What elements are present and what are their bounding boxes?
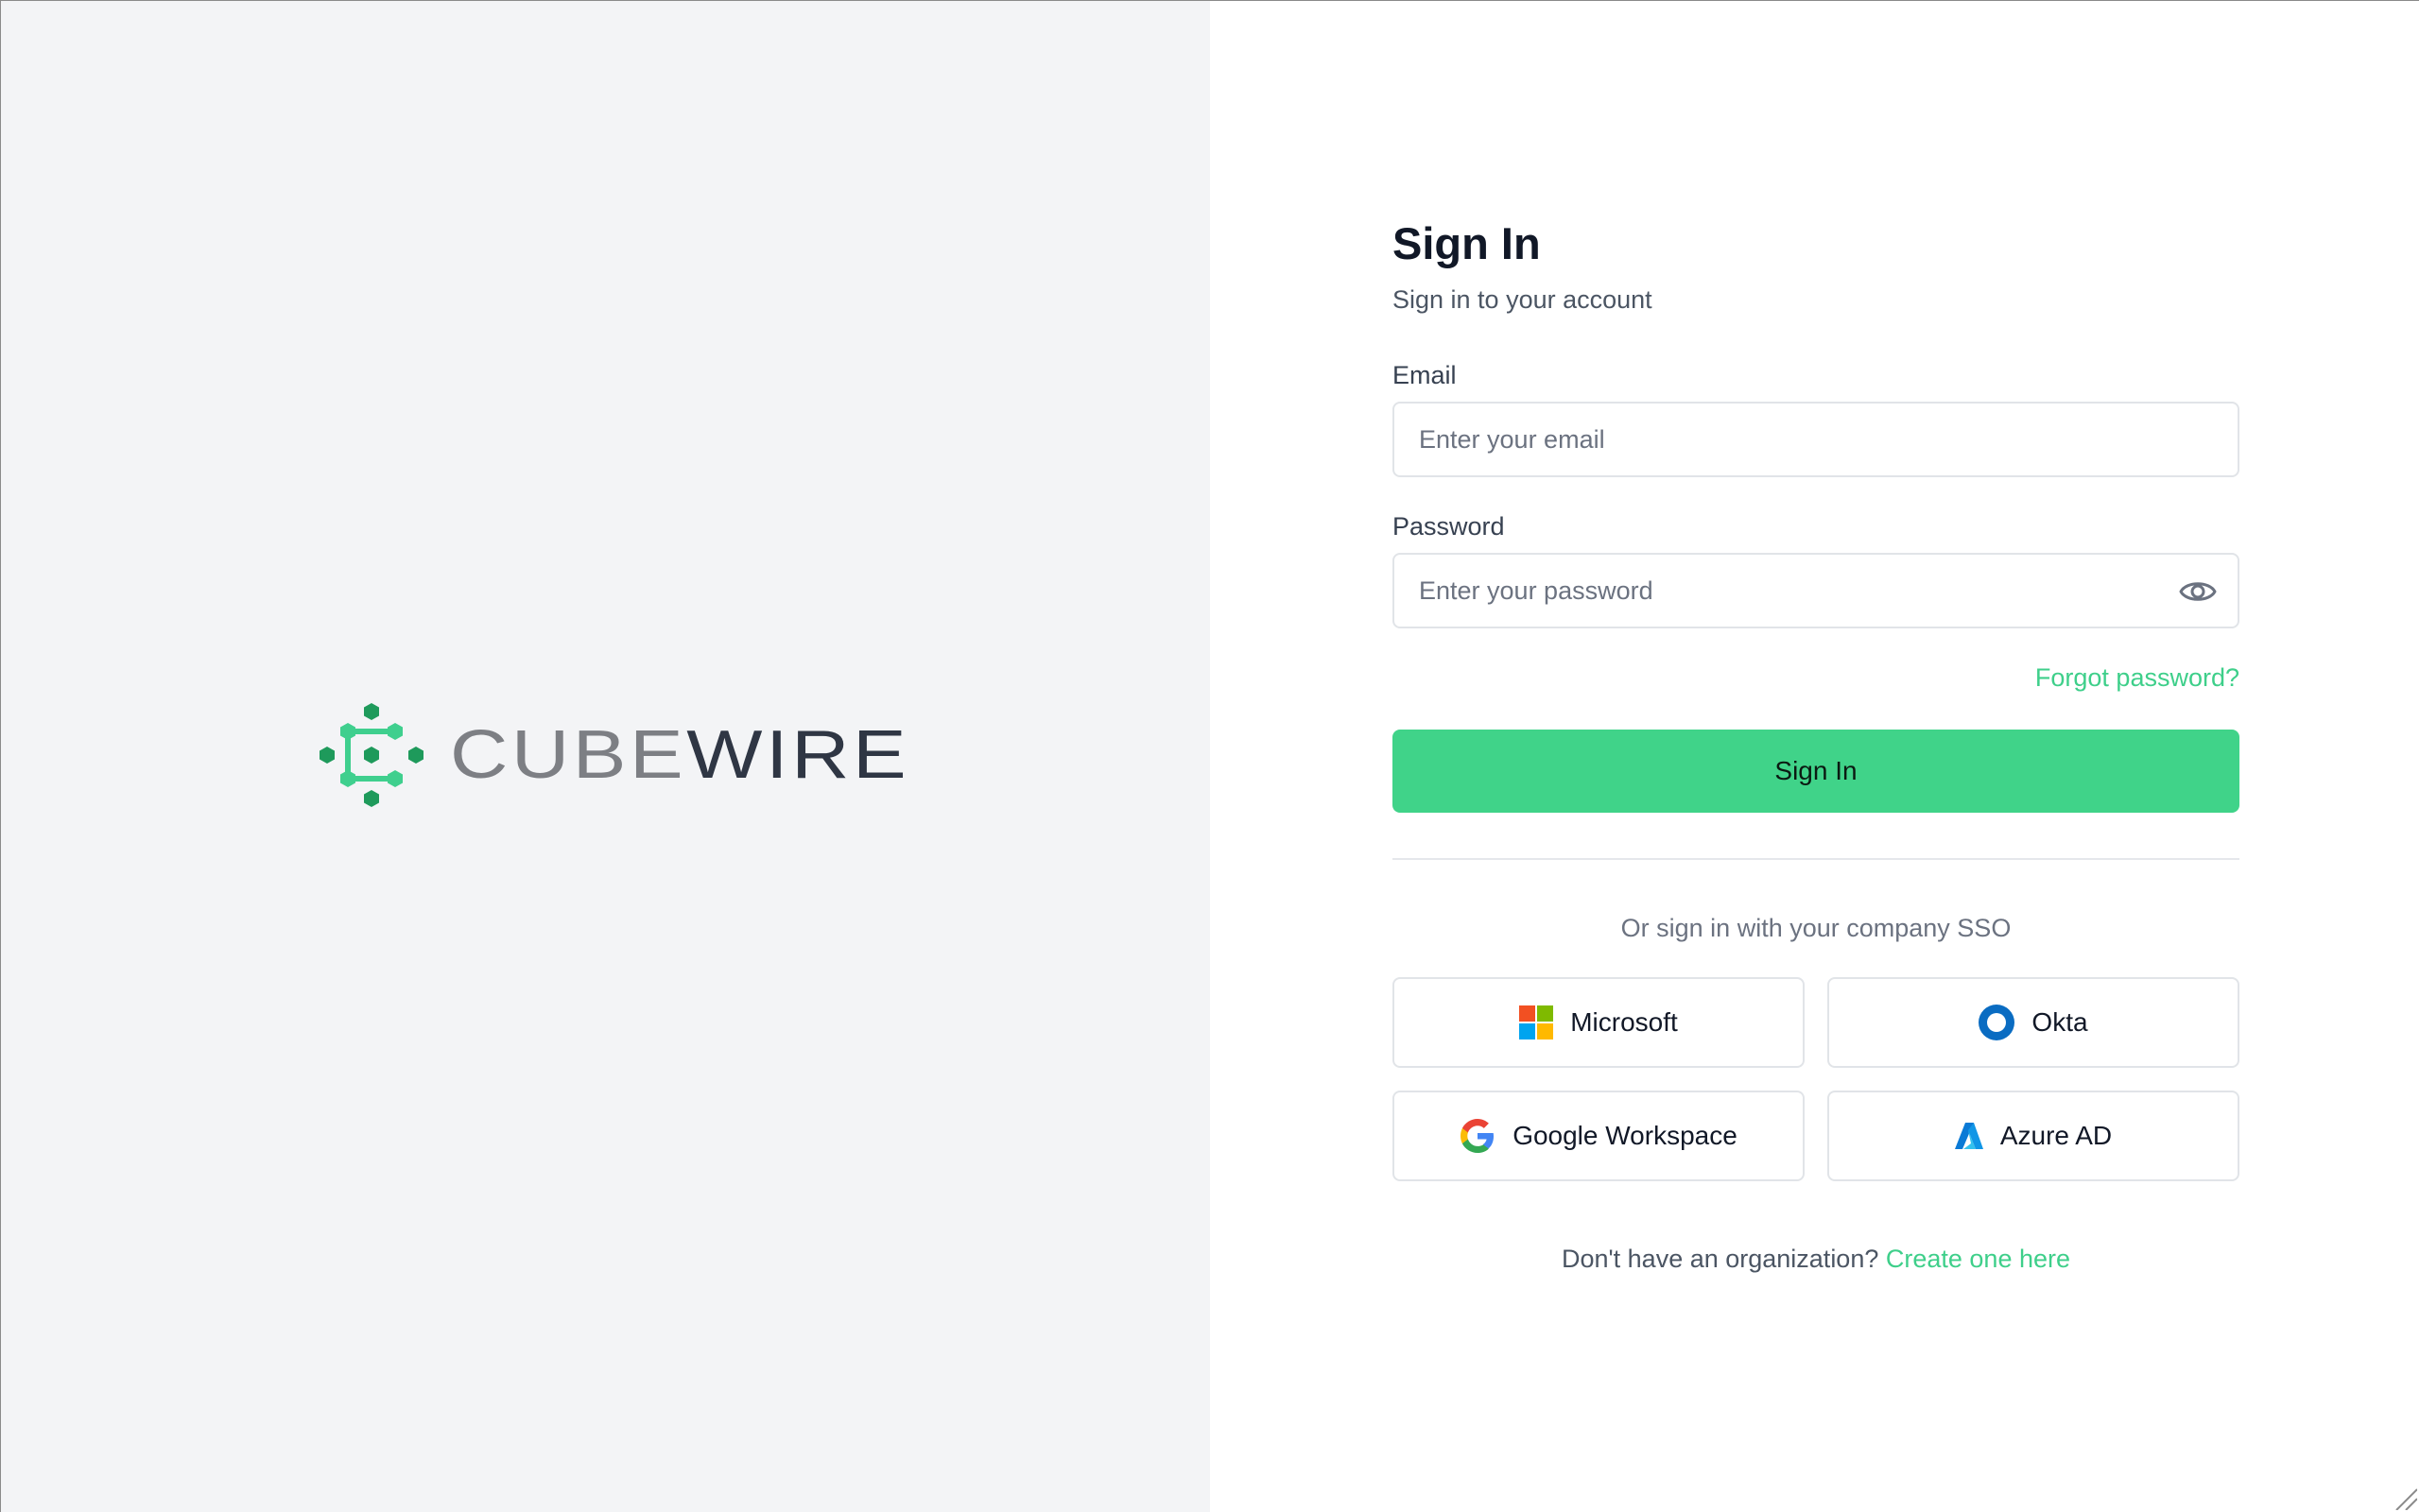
- sso-google-button[interactable]: Google Workspace: [1392, 1091, 1805, 1181]
- azure-icon: [1954, 1123, 1983, 1149]
- page-subtitle: Sign in to your account: [1392, 285, 1652, 314]
- app-window: CUBEWIRE Sign In Sign in to your account…: [0, 0, 2419, 1512]
- microsoft-icon: [1519, 1005, 1554, 1040]
- brand-wordmark-part1: CUBE: [450, 717, 687, 793]
- sso-okta-button[interactable]: Okta: [1827, 977, 2239, 1068]
- eye-icon[interactable]: [2179, 576, 2217, 608]
- signup-prompt: Don't have an organization? Create one h…: [1392, 1242, 2239, 1276]
- sign-in-button[interactable]: Sign In: [1392, 730, 2239, 813]
- cubewire-logo-icon: [320, 703, 424, 807]
- brand-wordmark: CUBEWIRE: [450, 721, 909, 789]
- signin-form: Sign In Sign in to your account Email Pa…: [1392, 215, 2239, 1276]
- resize-grip-icon[interactable]: [2393, 1486, 2417, 1510]
- divider: [1392, 858, 2239, 860]
- email-label: Email: [1392, 361, 1457, 389]
- sso-microsoft-label: Microsoft: [1570, 1007, 1678, 1037]
- sso-microsoft-button[interactable]: Microsoft: [1392, 977, 1805, 1068]
- password-field[interactable]: [1394, 555, 2238, 627]
- sso-google-label: Google Workspace: [1512, 1121, 1737, 1150]
- brand-logo: CUBEWIRE: [320, 703, 907, 807]
- brand-wordmark-part2: WIRE: [686, 717, 910, 793]
- okta-icon: [1979, 1005, 2015, 1040]
- forgot-row: Forgot password?: [1392, 661, 2239, 699]
- signin-panel: Sign In Sign in to your account Email Pa…: [1210, 1, 2419, 1512]
- password-field-wrapper: [1392, 553, 2239, 628]
- signup-prompt-text: Don't have an organization?: [1561, 1245, 1879, 1273]
- forgot-password-link[interactable]: Forgot password?: [2035, 663, 2239, 692]
- sso-azure-button[interactable]: Azure AD: [1827, 1091, 2239, 1181]
- create-organization-link[interactable]: Create one here: [1886, 1245, 2070, 1273]
- email-field-wrapper: [1392, 402, 2239, 477]
- page-title: Sign In: [1392, 218, 1541, 268]
- email-field[interactable]: [1394, 404, 2238, 475]
- password-label: Password: [1392, 512, 1505, 541]
- sso-prompt: Or sign in with your company SSO: [1620, 914, 2012, 942]
- sso-azure-label: Azure AD: [1999, 1121, 2113, 1150]
- sso-provider-grid: Microsoft Okta Google Workspace Azure AD: [1392, 977, 2239, 1181]
- brand-panel: CUBEWIRE: [1, 1, 1210, 1512]
- sso-okta-label: Okta: [2031, 1007, 2088, 1037]
- google-icon: [1460, 1118, 1495, 1154]
